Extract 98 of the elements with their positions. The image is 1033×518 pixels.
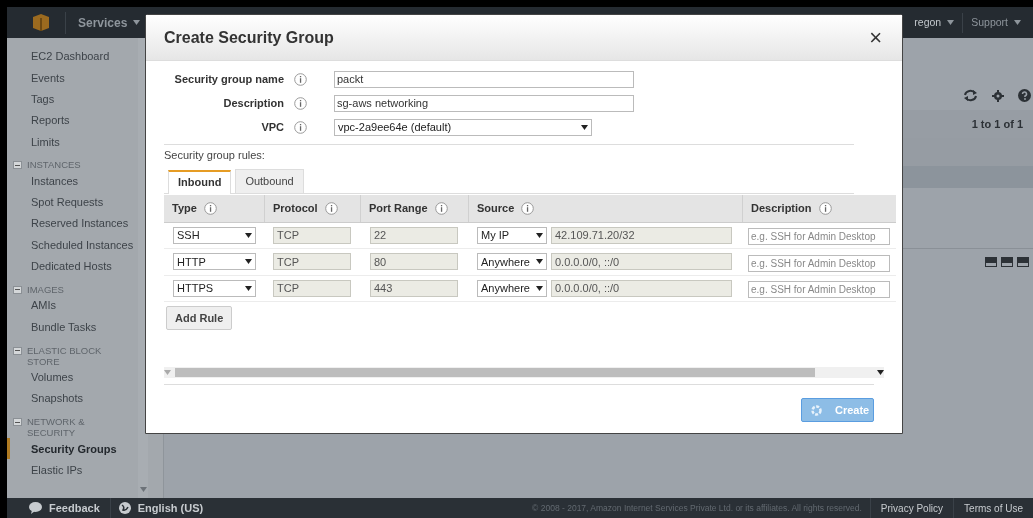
collapse-icon[interactable] xyxy=(13,161,22,170)
add-rule-button[interactable]: Add Rule xyxy=(166,306,233,330)
info-icon xyxy=(818,201,832,215)
caret-icon xyxy=(947,20,955,25)
pager-text: 1 to 1 of 1 xyxy=(971,116,1023,132)
column-header: Protocol xyxy=(273,200,318,216)
description-field[interactable]: e.g. SSH for Admin Desktop xyxy=(748,254,890,272)
sidebar-item[interactable]: Volumes xyxy=(7,366,138,388)
column-header: Description xyxy=(751,200,812,216)
caret-icon xyxy=(133,20,141,25)
globe-icon xyxy=(118,502,131,514)
sidebar-item[interactable]: Snapshots xyxy=(7,387,138,410)
type-select[interactable]: HTTP xyxy=(173,253,256,271)
field-label: VPC xyxy=(260,119,284,135)
read-only-field: TCP xyxy=(273,279,351,297)
sidebar-item[interactable]: Instances xyxy=(7,170,138,192)
sidebar-item[interactable]: Elastic IPs xyxy=(7,459,138,481)
sidebar-item[interactable]: Spot Requests xyxy=(7,191,138,214)
refresh-icon[interactable] xyxy=(963,89,978,102)
info-icon xyxy=(324,201,338,215)
sidebar-item[interactable]: Reserved Instances xyxy=(7,213,138,235)
help-icon[interactable] xyxy=(1018,89,1031,102)
feedback-link[interactable]: Feedback xyxy=(29,499,100,517)
info-icon xyxy=(294,96,307,110)
source-select[interactable]: Anywhere xyxy=(477,253,547,271)
settings-icon[interactable] xyxy=(992,90,1004,102)
sidebar-item[interactable]: Dedicated Hosts xyxy=(7,255,138,277)
sidebar-item[interactable]: Bundle Tasks xyxy=(7,316,138,338)
sidebar-section-heading: ELASTIC BLOCK STORE xyxy=(27,344,103,367)
column-header: Type xyxy=(172,200,197,216)
caret-icon xyxy=(164,370,171,375)
cube-logo-icon[interactable] xyxy=(33,14,49,31)
caret-icon xyxy=(139,487,147,492)
speech-bubble-icon xyxy=(29,502,42,514)
collapse-icon[interactable] xyxy=(13,346,22,355)
sidebar-item[interactable]: Scheduled Instances xyxy=(7,234,138,256)
sidebar-item[interactable]: Limits xyxy=(7,131,138,153)
collapse-icon[interactable] xyxy=(13,418,22,427)
language-menu[interactable]: English (US) xyxy=(118,499,204,517)
vpc-select[interactable]: vpc-2a9ee64e (default) xyxy=(334,118,592,136)
caret-icon xyxy=(877,370,884,375)
caret-icon xyxy=(536,285,543,291)
type-select[interactable]: SSH xyxy=(173,226,256,244)
column-header: Source xyxy=(477,200,515,216)
info-icon xyxy=(203,201,217,215)
field-label: Description xyxy=(222,95,284,111)
footer-link[interactable]: Privacy Policy xyxy=(880,500,944,516)
caret-icon xyxy=(245,285,252,291)
sidebar-item[interactable]: Reports xyxy=(7,109,138,132)
caret-icon xyxy=(536,232,543,238)
panel-layout-icon[interactable] xyxy=(1017,257,1029,267)
column-header: Port Range xyxy=(369,200,428,216)
tab[interactable]: Inbound xyxy=(168,169,232,194)
services-menu[interactable]: Services xyxy=(78,13,141,32)
sidebar-section-heading: IMAGES xyxy=(27,283,65,295)
field-label: Security group name xyxy=(173,71,284,87)
source-select[interactable]: Anywhere xyxy=(477,279,547,297)
caret-icon xyxy=(581,124,588,130)
read-only-field: TCP xyxy=(273,226,351,244)
support-menu[interactable]: Support xyxy=(971,14,1021,31)
sidebar-item[interactable]: Tags xyxy=(7,88,138,110)
sidebar-section-heading: NETWORK & SECURITY xyxy=(27,416,86,439)
read-only-field: 22 xyxy=(370,226,458,244)
read-only-field: 42.109.71.20/32 xyxy=(551,226,732,244)
info-icon xyxy=(294,72,307,86)
source-select[interactable]: My IP xyxy=(477,226,547,244)
panel-layout-icon[interactable] xyxy=(985,257,997,267)
description-field[interactable]: e.g. SSH for Admin Desktop xyxy=(748,228,890,246)
caret-icon xyxy=(536,259,543,265)
read-only-field: 80 xyxy=(370,253,458,271)
region-menu[interactable]: regon xyxy=(914,14,955,31)
info-icon xyxy=(434,201,448,215)
caret-icon xyxy=(245,259,252,265)
info-icon xyxy=(521,201,535,215)
spinner-icon xyxy=(811,404,822,416)
footer-link[interactable]: Terms of Use xyxy=(964,500,1023,516)
read-only-field: 443 xyxy=(370,279,458,297)
rules-label: Security group rules: xyxy=(164,148,266,163)
panel-layout-icon[interactable] xyxy=(1001,257,1013,267)
read-only-field: 0.0.0.0/0, ::/0 xyxy=(551,253,732,271)
sidebar-item[interactable]: Events xyxy=(7,67,138,89)
type-select[interactable]: HTTPS xyxy=(173,279,256,297)
sidebar-section-heading: INSTANCES xyxy=(27,159,82,171)
sidebar-item[interactable]: EC2 Dashboard xyxy=(7,46,138,68)
horizontal-scrollbar[interactable] xyxy=(164,367,884,378)
sidebar-item[interactable]: AMIs xyxy=(7,294,138,317)
close-button[interactable]: × xyxy=(869,26,882,49)
read-only-field: 0.0.0.0/0, ::/0 xyxy=(551,279,732,297)
info-icon xyxy=(294,120,307,134)
caret-icon xyxy=(245,232,252,238)
collapse-icon[interactable] xyxy=(13,285,22,294)
read-only-field: TCP xyxy=(273,253,351,271)
text-field[interactable]: sg-aws networking xyxy=(334,94,634,112)
description-field[interactable]: e.g. SSH for Admin Desktop xyxy=(748,281,890,299)
caret-icon xyxy=(1014,20,1021,25)
tab[interactable]: Outbound xyxy=(235,168,304,193)
text-field[interactable]: packt xyxy=(334,70,634,88)
dialog-title: Create Security Group xyxy=(164,27,334,48)
